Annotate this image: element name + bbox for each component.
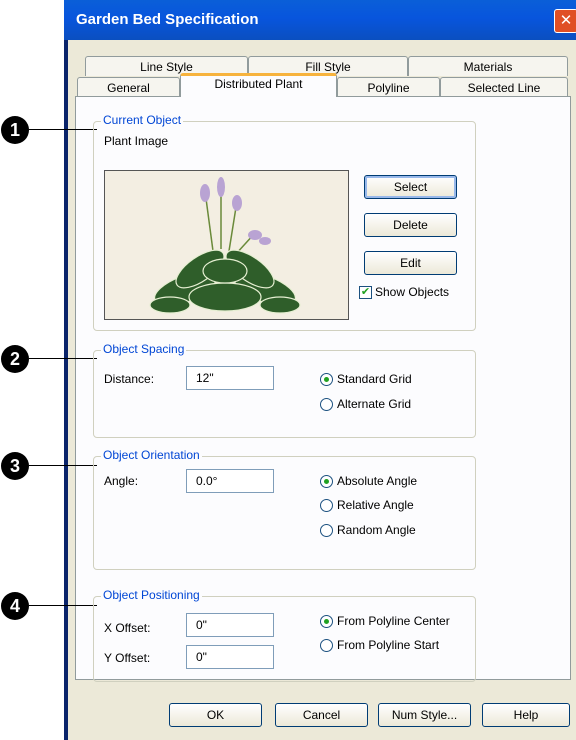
callout-4: 4 xyxy=(1,592,29,620)
tab-general[interactable]: General xyxy=(77,77,180,97)
tab-distributed-plant[interactable]: Distributed Plant xyxy=(180,73,337,97)
object-orientation-legend: Object Orientation xyxy=(101,448,202,462)
alternate-grid-radio[interactable] xyxy=(320,398,333,411)
delete-button[interactable]: Delete xyxy=(364,213,457,237)
checkbox-check-icon[interactable]: ✔ xyxy=(359,286,372,299)
distance-field[interactable]: 12" xyxy=(186,366,274,390)
absolute-angle-label[interactable]: Absolute Angle xyxy=(337,474,417,488)
y-offset-label: Y Offset: xyxy=(104,651,151,665)
x-offset-label: X Offset: xyxy=(104,621,151,635)
show-objects-label[interactable]: Show Objects xyxy=(375,285,449,299)
object-spacing-legend: Object Spacing xyxy=(101,342,187,356)
callout-line-3 xyxy=(29,465,97,466)
angle-field[interactable]: 0.0° xyxy=(186,469,274,493)
relative-angle-radio[interactable] xyxy=(320,499,333,512)
object-orientation-group xyxy=(93,456,476,570)
random-angle-radio[interactable] xyxy=(320,524,333,537)
object-positioning-legend: Object Positioning xyxy=(101,588,202,602)
standard-grid-radio[interactable] xyxy=(320,373,333,386)
tab-materials[interactable]: Materials xyxy=(408,56,568,76)
edit-button[interactable]: Edit xyxy=(364,251,457,275)
distance-label: Distance: xyxy=(104,372,155,386)
from-polyline-center-radio[interactable] xyxy=(320,615,333,628)
y-offset-field[interactable]: 0" xyxy=(186,645,274,669)
num-style-button[interactable]: Num Style... xyxy=(378,703,471,727)
x-offset-field[interactable]: 0" xyxy=(186,613,274,637)
plant-preview-image xyxy=(104,170,349,320)
standard-grid-label[interactable]: Standard Grid xyxy=(337,372,412,386)
window-title: Garden Bed Specification xyxy=(76,11,259,28)
close-icon[interactable]: ✕ xyxy=(554,9,576,33)
callout-3: 3 xyxy=(1,452,29,480)
current-object-legend: Current Object xyxy=(101,113,184,127)
plant-image-label: Plant Image xyxy=(104,134,169,148)
absolute-angle-radio[interactable] xyxy=(320,475,333,488)
callout-line-1 xyxy=(29,129,97,130)
from-polyline-start-label[interactable]: From Polyline Start xyxy=(337,638,439,652)
object-spacing-group xyxy=(93,350,476,438)
alternate-grid-label[interactable]: Alternate Grid xyxy=(337,397,411,411)
random-angle-label[interactable]: Random Angle xyxy=(337,523,416,537)
angle-label: Angle: xyxy=(104,474,139,488)
tab-polyline[interactable]: Polyline xyxy=(337,77,440,97)
help-button[interactable]: Help xyxy=(482,703,570,727)
cancel-button[interactable]: Cancel xyxy=(275,703,368,727)
select-button[interactable]: Select xyxy=(364,175,457,199)
ok-button[interactable]: OK xyxy=(169,703,262,727)
callout-1: 1 xyxy=(1,116,29,144)
callout-line-2 xyxy=(29,358,97,359)
tab-selected-line[interactable]: Selected Line xyxy=(440,77,568,97)
relative-angle-label[interactable]: Relative Angle xyxy=(337,498,414,512)
from-polyline-start-radio[interactable] xyxy=(320,639,333,652)
callout-2: 2 xyxy=(1,345,29,373)
from-polyline-center-label[interactable]: From Polyline Center xyxy=(337,614,450,628)
callout-line-4 xyxy=(29,605,97,606)
